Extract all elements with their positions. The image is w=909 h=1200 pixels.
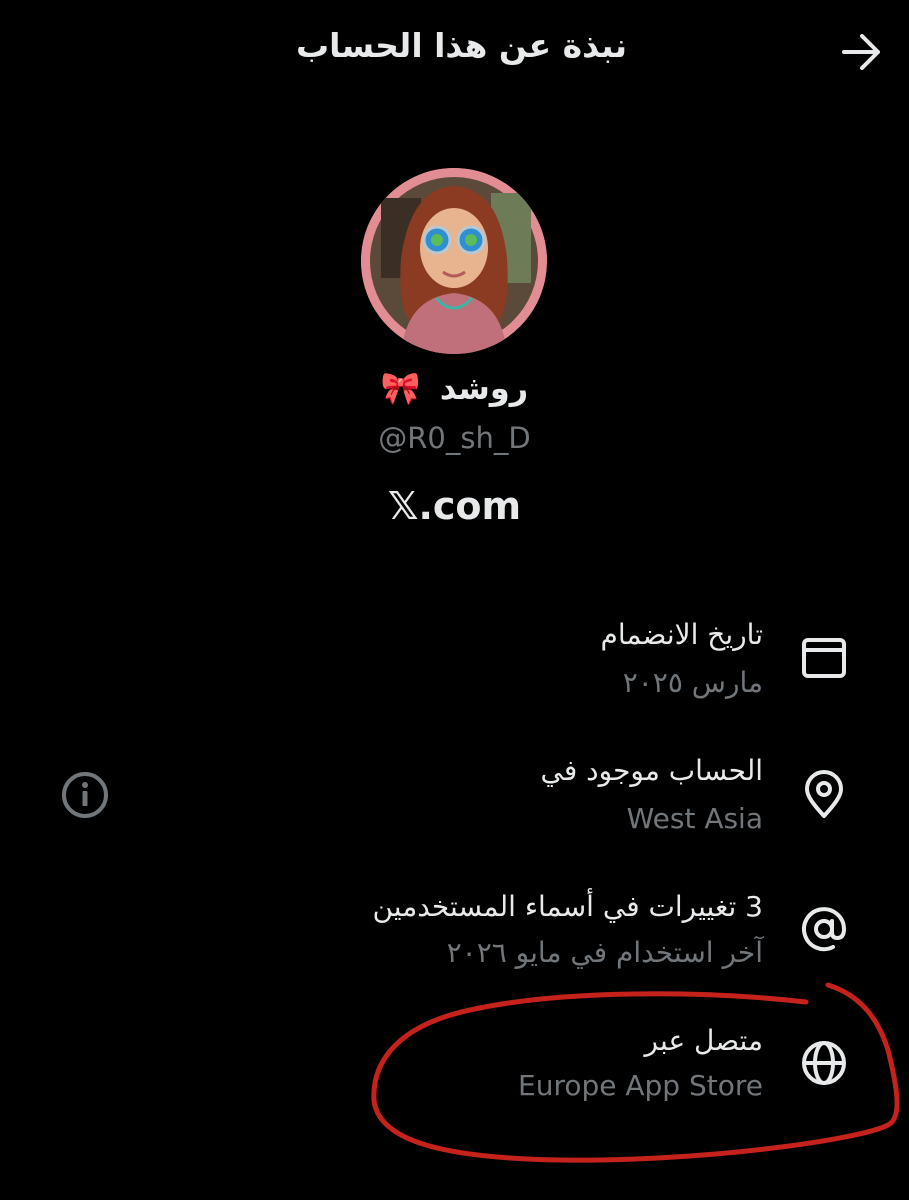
top-bar: نبذة عن هذا الحساب <box>0 0 909 100</box>
avatar[interactable] <box>361 168 547 354</box>
display-name: روشد 🎀 <box>0 369 909 407</box>
location-pin-icon <box>797 768 851 822</box>
row-title: 3 تغييرات في أسماء المستخدمين <box>372 890 763 923</box>
platform-label: 𝕏.com <box>387 484 522 528</box>
display-name-text: روشد <box>439 369 529 407</box>
row-subtitle: مارس ٢٠٢٥ <box>622 666 763 699</box>
row-subtitle: آخر استخدام في مايو ٢٠٢٦ <box>446 936 763 969</box>
calendar-icon <box>797 630 851 684</box>
detail-row-username-changes: 3 تغييرات في أسماء المستخدمين آخر استخدا… <box>0 882 909 992</box>
at-sign-icon <box>797 902 851 956</box>
username-handle: @R0_sh_D <box>378 421 531 455</box>
avatar-illustration <box>361 168 547 354</box>
row-subtitle: West Asia <box>626 802 763 835</box>
ribbon-emoji: 🎀 <box>380 369 421 407</box>
info-icon <box>62 772 108 818</box>
row-title: الحساب موجود في <box>540 754 763 787</box>
row-subtitle: Europe App Store <box>518 1069 763 1102</box>
detail-row-location: الحساب موجود في West Asia <box>0 748 909 858</box>
arrow-right-icon <box>842 34 880 70</box>
row-title: تاريخ الانضمام <box>600 618 764 651</box>
detail-row-connected-via: متصل عبر Europe App Store <box>0 1016 909 1126</box>
info-button[interactable] <box>60 770 110 820</box>
page-title: نبذة عن هذا الحساب <box>296 26 627 65</box>
row-title: متصل عبر <box>644 1024 763 1057</box>
detail-row-join-date: تاريخ الانضمام مارس ٢٠٢٥ <box>0 610 909 720</box>
globe-icon <box>797 1036 851 1090</box>
back-button[interactable] <box>838 30 886 74</box>
